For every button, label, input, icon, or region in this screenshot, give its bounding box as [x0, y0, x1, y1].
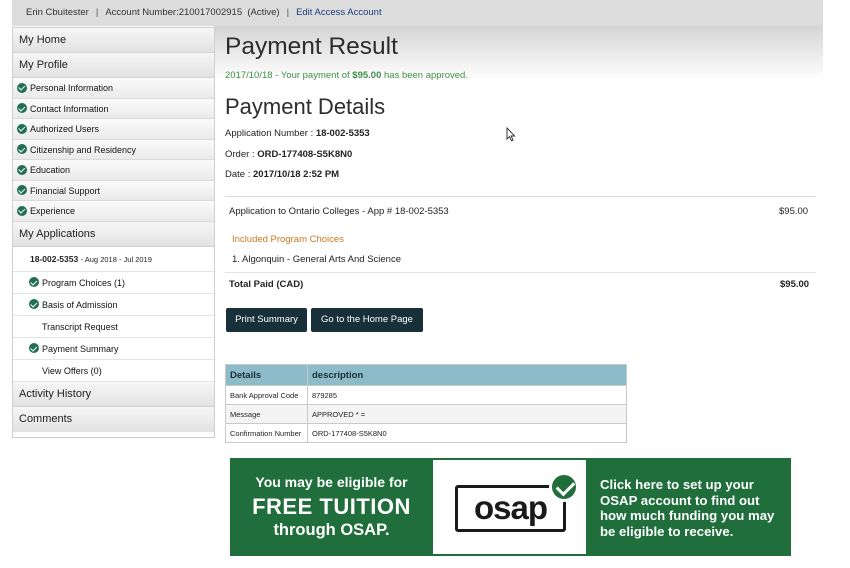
page-title: Payment Result — [225, 33, 398, 60]
edit-access-account-link[interactable]: Edit Access Account — [296, 7, 382, 18]
table-row: Message APPROVED * = — [225, 404, 627, 424]
sidebar-item-basis-of-admission[interactable]: Basis of Admission — [13, 293, 214, 316]
separator: | — [286, 7, 290, 18]
print-summary-button[interactable]: Print Summary — [226, 308, 307, 332]
osap-banner[interactable]: You may be eligible for FREE TUITION thr… — [230, 458, 791, 556]
check-circle-icon — [17, 185, 27, 195]
sidebar-item-authorized-users[interactable]: Authorized Users — [13, 119, 214, 140]
sidebar-item-my-profile[interactable]: My Profile — [13, 53, 214, 78]
table-header-row: Details description — [225, 364, 627, 386]
sidebar-item-label: Financial Support — [30, 185, 101, 196]
table-cell: Confirmation Number — [225, 423, 308, 443]
separator: | — [95, 7, 99, 18]
account-status: (Active) — [247, 7, 280, 18]
mouse-pointer-icon — [506, 127, 516, 142]
transaction-details-table: Details description Bank Approval Code 8… — [225, 364, 627, 443]
approval-message: 2017/10/18 - Your payment of $95.00 has … — [225, 70, 468, 81]
payment-details-title: Payment Details — [225, 94, 386, 119]
sidebar-item-education[interactable]: Education — [13, 160, 214, 181]
application-number-row: Application Number : 18-002-5353 — [225, 128, 370, 139]
table-cell: APPROVED * = — [307, 404, 627, 424]
sidebar-nav: My Home My Profile Personal Information … — [12, 27, 215, 438]
banner-cta-text[interactable]: Click here to set up your OSAP account t… — [600, 477, 785, 540]
sidebar-item-citizenship[interactable]: Citizenship and Residency — [13, 139, 214, 160]
approval-suffix: has been approved. — [381, 70, 468, 81]
osap-logo-panel: osap — [433, 460, 586, 554]
sidebar-item-transcript-request[interactable]: Transcript Request — [13, 315, 214, 338]
date-row: Date : 2017/10/18 2:52 PM — [225, 169, 339, 180]
sidebar-item-label: Transcript Request — [42, 321, 118, 332]
column-header: Details — [225, 364, 308, 386]
check-circle-icon — [29, 299, 39, 309]
sidebar-item-view-offers[interactable]: View Offers (0) — [13, 359, 214, 382]
sidebar-item-financial-support[interactable]: Financial Support — [13, 180, 214, 201]
banner-line-2: FREE TUITION — [252, 494, 411, 519]
value: 18-002-5353 — [315, 128, 370, 139]
approval-amount: $95.00 — [352, 70, 382, 81]
sidebar-item-comments[interactable]: Comments — [13, 406, 214, 432]
banner-line-3: through OSAP. — [273, 521, 390, 539]
divider — [225, 196, 816, 197]
line-item-amount: $95.00 — [779, 206, 809, 217]
label: Application Number : — [225, 128, 316, 139]
sidebar-item-program-choices[interactable]: Program Choices (1) — [13, 271, 214, 294]
sidebar-item-my-applications[interactable]: My Applications — [13, 221, 214, 247]
order-row: Order : ORD-177408-S5K8N0 — [225, 149, 352, 160]
sidebar-item-label: Basis of Admission — [42, 299, 118, 310]
program-choice: 1. Algonquin - General Arts And Science — [232, 254, 401, 265]
banner-line-1: You may be eligible for — [255, 474, 408, 490]
approval-prefix: 2017/10/18 - Your payment of — [225, 70, 353, 81]
sidebar-item-label: Payment Summary — [42, 343, 119, 354]
sidebar-item-label: Authorized Users — [30, 124, 100, 134]
check-circle-icon — [29, 343, 39, 353]
application-date-range: - Aug 2018 - Jul 2019 — [80, 254, 152, 264]
check-circle-icon — [17, 123, 27, 134]
sidebar-item-label: Personal Information — [30, 83, 114, 93]
check-circle-icon — [17, 205, 27, 216]
value: 2017/10/18 2:52 PM — [253, 169, 340, 180]
table-row: Confirmation Number ORD-177408-S5K8N0 — [225, 423, 627, 443]
account-number: Account Number:210017002915 — [105, 7, 243, 18]
sidebar-item-contact-information[interactable]: Contact Information — [13, 98, 214, 119]
sidebar-item-personal-information[interactable]: Personal Information — [13, 78, 214, 99]
label: Date : — [225, 169, 253, 180]
line-item-label: Application to Ontario Colleges - App # … — [229, 206, 449, 217]
go-home-button[interactable]: Go to the Home Page — [311, 308, 423, 332]
application-number: 18-002-5353 — [30, 253, 79, 264]
table-cell: 879285 — [307, 385, 627, 405]
label: Order : — [225, 149, 258, 160]
check-icon — [549, 472, 579, 502]
table-cell: ORD-177408-S5K8N0 — [307, 423, 627, 443]
table-cell: Bank Approval Code — [225, 385, 308, 405]
sidebar-item-label: Citizenship and Residency — [30, 144, 137, 155]
sidebar-item-label: Contact Information — [30, 103, 109, 114]
sidebar-item-application[interactable]: 18-002-5353 - Aug 2018 - Jul 2019 — [13, 247, 214, 272]
account-bar: Erin Cbuitester | Account Number:210017002… — [12, 0, 823, 26]
column-header: description — [307, 364, 627, 386]
total-paid-amount: $95.00 — [780, 279, 810, 290]
total-paid-label: Total Paid (CAD) — [229, 279, 304, 290]
sidebar-item-payment-summary[interactable]: Payment Summary — [13, 337, 214, 360]
divider — [225, 272, 816, 273]
table-cell: Message — [225, 404, 308, 424]
check-circle-icon — [17, 103, 27, 113]
banner-left-text: You may be eligible for FREE TUITION thr… — [230, 458, 433, 556]
user-name: Erin Cbuitester — [26, 7, 89, 18]
check-circle-icon — [29, 277, 39, 287]
sidebar-item-experience[interactable]: Experience — [13, 201, 214, 222]
check-circle-icon — [17, 82, 27, 93]
sidebar-item-label: Program Choices (1) — [42, 277, 126, 288]
check-circle-icon — [17, 164, 27, 175]
sidebar-item-activity-history[interactable]: Activity History — [13, 381, 214, 407]
value: ORD-177408-S5K8N0 — [257, 149, 353, 160]
check-circle-icon — [17, 144, 27, 154]
sidebar-item-label: Experience — [30, 206, 76, 216]
sidebar-item-label: Education — [30, 165, 71, 175]
table-row: Bank Approval Code 879285 — [225, 385, 627, 405]
sidebar-item-my-home[interactable]: My Home — [13, 28, 214, 53]
sidebar-item-label: View Offers (0) — [42, 365, 102, 376]
included-program-choices-heading: Included Program Choices — [232, 234, 344, 245]
